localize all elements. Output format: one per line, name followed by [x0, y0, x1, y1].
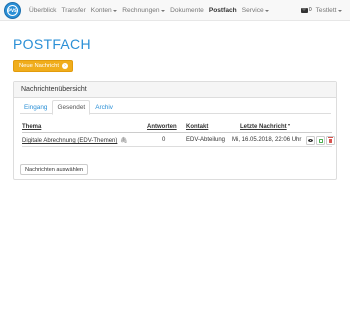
top-navbar: PVS Überblick Transfer Konten Rechnungen… [0, 0, 350, 21]
contact-cell: EDV-Abteilung [186, 137, 226, 143]
nav-item-ueberblick[interactable]: Überblick [29, 7, 56, 14]
envelope-icon[interactable] [300, 7, 308, 13]
replies-cell: 0 [162, 137, 166, 143]
nav-item-konten[interactable]: Konten [90, 6, 118, 14]
nav-item-postfach[interactable]: Postfach [209, 7, 237, 14]
nav-right: 0 Testlett [300, 0, 342, 20]
caret-down-icon [265, 9, 270, 12]
page-title: POSTFACH [13, 36, 91, 52]
archive-button[interactable] [316, 136, 325, 145]
row-actions [306, 136, 336, 145]
checkbox-icon [318, 138, 323, 143]
column-header-last-message-wrap[interactable]: Letzte Nachricht [240, 124, 291, 130]
caret-down-icon [161, 9, 166, 12]
nav-label: Rechnungen [122, 6, 160, 14]
nav-item-transfer[interactable]: Transfer [61, 7, 85, 14]
topic-link[interactable]: Digitale Abrechnung (EDV-Themen) [22, 138, 117, 144]
select-messages-button[interactable]: Nachrichten auswählen [20, 164, 89, 175]
nav-item-rechnungen[interactable]: Rechnungen [122, 6, 166, 14]
user-menu[interactable]: Testlett [316, 7, 337, 14]
nav-label: Transfer [61, 6, 86, 14]
new-message-label: Neue Nachricht [19, 63, 59, 69]
table-row[interactable]: Digitale Abrechnung (EDV-Themen) 🖇 0 EDV… [22, 134, 335, 147]
tab-archiv[interactable]: Archiv [91, 100, 117, 114]
main-nav: Überblick Transfer Konten Rechnungen Dok… [29, 0, 274, 20]
nav-label: Konten [90, 6, 112, 14]
delete-button[interactable] [326, 136, 335, 145]
tab-gesendet[interactable]: Gesendet [52, 100, 91, 115]
message-tabs: Eingang Gesendet Archiv [20, 100, 331, 115]
sort-desc-icon [288, 124, 291, 126]
trash-icon [328, 137, 333, 143]
topic-cell: Digitale Abrechnung (EDV-Themen) 🖇 [22, 137, 128, 144]
chevron-right-circle-icon: › [61, 63, 68, 69]
tab-eingang[interactable]: Eingang [20, 100, 51, 114]
panel-heading: Nachrichtenübersicht [14, 82, 336, 98]
caret-down-icon [338, 9, 342, 12]
messages-panel: Nachrichtenübersicht Eingang Gesendet Ar… [13, 81, 337, 180]
eye-icon [308, 139, 313, 142]
nav-label: Dokumente [170, 6, 204, 14]
view-button[interactable] [306, 136, 315, 145]
logo-text: PVS [7, 5, 18, 16]
message-count: 0 [308, 7, 312, 13]
new-message-button[interactable]: Neue Nachricht › [13, 60, 73, 72]
nav-label: Überblick [29, 6, 57, 14]
table-header: Thema Antworten Kontakt Letzte Nachricht [22, 124, 332, 133]
nav-item-dokumente[interactable]: Dokumente [170, 7, 204, 14]
paperclip-icon: 🖇 [118, 138, 128, 144]
column-header-contact[interactable]: Kontakt [186, 124, 208, 130]
pvs-logo-icon[interactable]: PVS [4, 2, 21, 19]
nav-label: Postfach [208, 6, 237, 14]
last-message-cell: Mi, 16.05.2018, 22:06 Uhr [232, 137, 302, 143]
column-header-last-message: Letzte Nachricht [240, 124, 287, 130]
nav-label: Service [241, 6, 264, 14]
nav-item-service[interactable]: Service [242, 7, 270, 14]
column-header-topic[interactable]: Thema [22, 124, 41, 130]
caret-down-icon [113, 9, 118, 12]
column-header-replies[interactable]: Antworten [147, 124, 177, 130]
